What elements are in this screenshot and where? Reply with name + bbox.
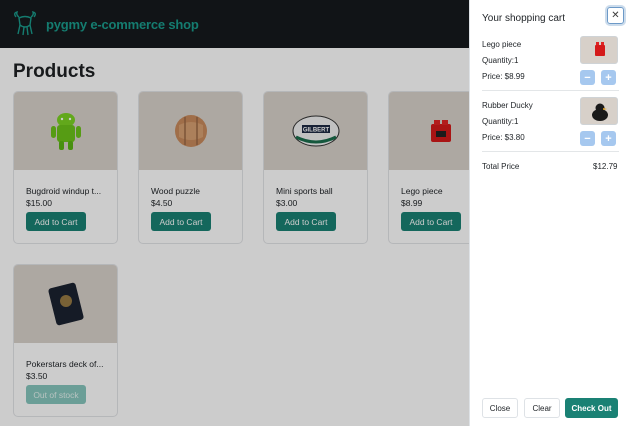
cart-item-quantity: Quantity:1 [482, 56, 519, 65]
decrease-quantity-button[interactable]: − [580, 131, 595, 146]
cart-item-name: Rubber Ducky [482, 101, 533, 110]
divider [482, 151, 619, 152]
cart-drawer: Your shopping cart ✕ Lego piece Quantity… [469, 0, 629, 426]
checkout-button[interactable]: Check Out [565, 398, 618, 418]
cart-item-name: Lego piece [482, 40, 522, 49]
increase-quantity-button[interactable]: + [601, 70, 616, 85]
total-price-label: Total Price [482, 162, 520, 171]
divider [482, 90, 619, 91]
increase-quantity-button[interactable]: + [601, 131, 616, 146]
clear-button[interactable]: Clear [524, 398, 560, 418]
cart-item-price: Price: $3.80 [482, 133, 525, 142]
cart-item-price: Price: $8.99 [482, 72, 525, 81]
cart-item-thumbnail [580, 97, 618, 125]
total-price-value: $12.79 [593, 162, 618, 171]
modal-backdrop[interactable] [0, 0, 469, 426]
decrease-quantity-button[interactable]: − [580, 70, 595, 85]
cart-title: Your shopping cart [482, 13, 566, 24]
cart-item-quantity: Quantity:1 [482, 117, 519, 126]
close-button[interactable]: Close [482, 398, 518, 418]
close-icon[interactable]: ✕ [607, 7, 624, 24]
cart-item-thumbnail [580, 36, 618, 64]
